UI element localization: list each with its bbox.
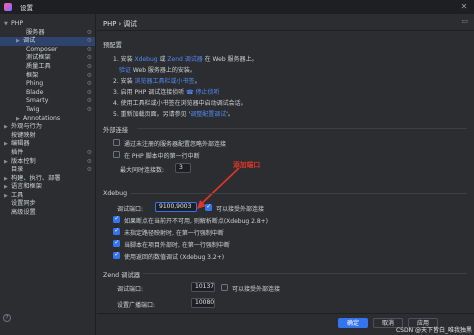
- chevron-right-icon: ▶: [4, 175, 8, 182]
- resolve-breakpoint-checkbox[interactable]: [113, 215, 120, 223]
- chevron-right-icon: ▶: [4, 184, 8, 191]
- divider: [97, 30, 474, 31]
- preconfig-step-1b: 验证 Web 服务器上的安装。: [119, 67, 196, 74]
- zend-debugger-link[interactable]: Zend 调试器: [167, 56, 202, 63]
- chevron-down-icon: ▼: [4, 21, 8, 27]
- preconfig-step-1: 1. 安装 Xdebug 或 Zend 调试器 在 Web 服务器上。: [113, 56, 258, 63]
- sidebar-item-php[interactable]: ▼ PHP: [0, 20, 95, 29]
- sidebar-item-directories[interactable]: 目录 ⚙: [0, 166, 95, 175]
- sidebar-item-vcs[interactable]: ▶ 版本控制 ⚙: [0, 158, 95, 167]
- divider: [131, 193, 467, 194]
- sidebar-item-servers[interactable]: 服务器 ⚙: [0, 29, 95, 38]
- break-first-line-label: 在 PHP 脚本中的第一行中断: [124, 153, 200, 160]
- gear-icon: ⚙: [86, 54, 92, 62]
- sidebar-item-frameworks[interactable]: 框架 ⚙: [0, 72, 95, 81]
- max-connections-input[interactable]: 3: [175, 163, 191, 173]
- chevron-right-icon: ▶: [16, 38, 20, 45]
- sidebar-item-advanced[interactable]: 高级设置: [0, 209, 95, 218]
- return-value-label: 使用返回的数值调试 (Xdebug 3.2+): [124, 254, 225, 261]
- section-title-xdebug: Xdebug: [103, 190, 128, 197]
- chevron-right-icon: ▶: [4, 141, 8, 148]
- xdebug-accept-external-checkbox[interactable]: [205, 203, 212, 211]
- return-value-checkbox[interactable]: [113, 251, 120, 259]
- preconfig-step-4: 4. 使用工具栏或小书签在浏览器中启动调试会话。: [113, 100, 247, 107]
- broadcast-port-label: 设置广播端口:: [117, 302, 156, 309]
- divider: [143, 273, 467, 274]
- sidebar-item-plugins[interactable]: 插件 ⚙: [0, 149, 95, 158]
- phone-listen-icon[interactable]: ☎: [186, 89, 195, 96]
- gear-icon: ⚙: [86, 157, 92, 165]
- ok-button[interactable]: 确定: [338, 318, 368, 328]
- section-title-zend: Zend 调试器: [103, 272, 141, 279]
- break-no-mapping-label: 未指定路径映射时, 在第一行强制中断: [124, 230, 224, 237]
- zend-accept-external-label: 可以接受外部连接: [232, 286, 281, 293]
- help-icon[interactable]: ?: [3, 314, 11, 322]
- preconfig-step-2: 2. 安装 浏览器工具栏或小书签。: [113, 78, 201, 85]
- zend-port-label: 调试端口:: [117, 286, 144, 293]
- preconfig-step-3: 3. 启用 PHP 调试连接侦听 ☎ 停止侦听: [113, 89, 220, 96]
- section-title-preconfig: 预配置: [103, 42, 122, 49]
- sidebar-item-phing[interactable]: Phing ⚙: [0, 80, 95, 89]
- ignore-external-checkbox[interactable]: [113, 139, 120, 146]
- xdebug-port-label: 调试端口:: [117, 206, 144, 213]
- divider: [137, 128, 467, 129]
- xdebug-accept-external-label: 可以接受外部连接: [216, 206, 265, 213]
- settings-content: PHP › 调试 ▭ 预配置 1. 安装 Xdebug 或 Zend 调试器 在…: [97, 14, 474, 335]
- title-bar: 设置 ✕: [0, 0, 474, 14]
- zend-accept-external-checkbox[interactable]: [221, 284, 228, 291]
- section-title-external: 外部连接: [103, 127, 129, 134]
- gear-icon: ⚙: [86, 71, 92, 79]
- gear-icon: ⚙: [86, 28, 92, 36]
- sidebar-item-twig[interactable]: Twig ⚙: [0, 106, 95, 115]
- chevron-right-icon: ▶: [4, 192, 8, 199]
- validate-link[interactable]: 验证: [119, 67, 131, 74]
- break-outside-project-label: 当脚本在项目外部时, 在第一行强制中断: [124, 242, 230, 249]
- sidebar-item-settings-sync[interactable]: 设置同步: [0, 200, 95, 209]
- browser-toolbar-link[interactable]: 浏览器工具栏或小书签: [135, 78, 195, 85]
- resolve-breakpoint-label: 如果断点在当前开不可用, 则解析断点(Xdebug 2.8+): [124, 218, 269, 225]
- max-connections-label: 最大同时连接数:: [120, 167, 165, 174]
- pin-icon[interactable]: ▭: [461, 17, 468, 25]
- break-first-line-checkbox[interactable]: [113, 151, 120, 158]
- gear-icon: ⚙: [86, 62, 92, 70]
- preconfig-step-5: 5. 重新加载页面。另请参见 '调整配置调试'。: [113, 111, 234, 118]
- chevron-right-icon: ▶: [16, 115, 20, 122]
- sidebar-item-smarty[interactable]: Smarty ⚙: [0, 97, 95, 106]
- broadcast-port-input[interactable]: 10080: [191, 298, 215, 308]
- chevron-right-icon: ▶: [4, 124, 8, 131]
- xdebug-port-input[interactable]: 9100,9003: [155, 202, 197, 212]
- stop-listening-link[interactable]: 停止侦听: [196, 89, 220, 96]
- zend-port-input[interactable]: 10137: [191, 282, 215, 292]
- app-logo-icon: [4, 3, 12, 11]
- close-icon[interactable]: ✕: [458, 2, 470, 12]
- chevron-right-icon: ▶: [4, 158, 8, 165]
- watermark: CSDN @天下皆白_唯我独黑: [395, 327, 472, 334]
- debug-config-link[interactable]: 调整配置调试: [190, 111, 226, 118]
- break-outside-project-checkbox[interactable]: [113, 239, 120, 247]
- gear-icon: ⚙: [86, 45, 92, 53]
- sidebar-item-languages[interactable]: ▶ 语言和框架: [0, 183, 95, 192]
- gear-icon: ⚙: [86, 37, 92, 45]
- settings-sidebar: ▼ PHP 服务器 ⚙ ▶ 调试 ⚙ Composer ⚙ 测试框架 ⚙ 质量工具 ⚙ 框架 ⚙…: [0, 14, 96, 335]
- gear-icon: ⚙: [86, 105, 92, 113]
- breadcrumb: PHP › 调试: [103, 20, 137, 28]
- sidebar-item-blade[interactable]: Blade ⚙: [0, 89, 95, 98]
- ignore-external-label: 通过未注册的服务器配置忽略外部连接: [124, 141, 227, 148]
- window-title: 设置: [20, 4, 33, 12]
- sidebar-item-annotations[interactable]: ▶ Annotations: [0, 115, 95, 124]
- gear-icon: ⚙: [86, 80, 92, 88]
- gear-icon: ⚙: [86, 97, 92, 105]
- gear-icon: ⚙: [86, 166, 92, 174]
- gear-icon: ⚙: [86, 88, 92, 96]
- sidebar-item-editor[interactable]: ▶ 编辑器: [0, 140, 95, 149]
- sidebar-item-debug[interactable]: ▶ 调试 ⚙: [0, 37, 95, 46]
- sidebar-item-quality-tools[interactable]: 质量工具 ⚙: [0, 63, 95, 72]
- sidebar-item-test-frameworks[interactable]: 测试框架 ⚙: [0, 54, 95, 63]
- xdebug-link[interactable]: Xdebug: [135, 56, 158, 63]
- gear-icon: ⚙: [86, 148, 92, 156]
- sidebar-item-appearance[interactable]: ▶ 外观与行为: [0, 123, 95, 132]
- break-no-mapping-checkbox[interactable]: [113, 227, 120, 235]
- sidebar-item-build[interactable]: ▶ 构建、执行、部署: [0, 175, 95, 184]
